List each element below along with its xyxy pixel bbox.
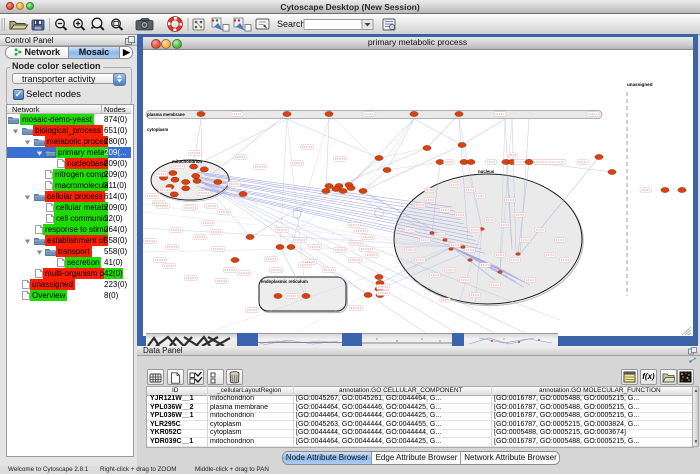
svg-text:cytoplasm: cytoplasm <box>147 127 168 132</box>
svg-text:endoplasmic reticulum: endoplasmic reticulum <box>261 279 308 284</box>
svg-text:plasma membrane: plasma membrane <box>147 112 185 117</box>
svg-text:mitochondrion: mitochondrion <box>172 159 202 164</box>
svg-text:nucleus: nucleus <box>478 169 495 174</box>
svg-text:unassigned: unassigned <box>627 82 653 87</box>
svg-text:Search:: Search: <box>277 19 308 29</box>
